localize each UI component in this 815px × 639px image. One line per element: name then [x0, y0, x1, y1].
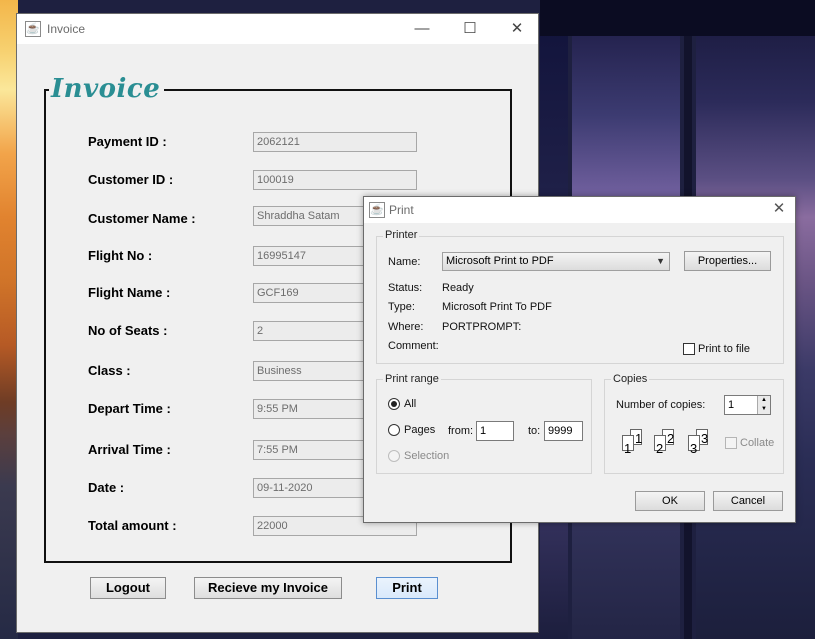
number-of-copies-label: Number of copies:	[616, 399, 706, 411]
print-range-group-label: Print range	[383, 373, 441, 385]
printer-name-select[interactable]: Microsoft Print to PDF ▼	[442, 252, 670, 271]
comment-label: Comment:	[388, 340, 439, 352]
receive-invoice-button[interactable]: Recieve my Invoice	[194, 577, 342, 599]
payment-id-label: Payment ID :	[88, 134, 167, 149]
type-label: Type:	[388, 301, 415, 313]
from-label: from:	[448, 425, 474, 437]
collate-pages-icon: 1 1 2 2 3 3	[622, 429, 709, 456]
customer-id-field[interactable]: 100019	[253, 170, 417, 190]
where-label: Where:	[388, 321, 424, 333]
close-icon[interactable]: ✕	[494, 14, 540, 44]
collate-label: Collate	[740, 437, 775, 449]
spinner-down-icon[interactable]: ▼	[758, 405, 770, 414]
minimize-icon[interactable]: —	[399, 14, 445, 44]
status-label: Status:	[388, 282, 423, 294]
properties-button[interactable]: Properties...	[684, 251, 771, 271]
java-cup-icon: ☕	[25, 21, 41, 37]
selection-radio[interactable]	[388, 450, 400, 462]
close-icon[interactable]: ✕	[769, 199, 789, 217]
customer-id-label: Customer ID :	[88, 172, 174, 187]
print-dialog-titlebar[interactable]: ☕ Print ✕	[364, 197, 795, 223]
type-value: Microsoft Print To PDF	[442, 301, 552, 313]
print-dialog-title: Print	[389, 203, 414, 217]
java-cup-icon: ☕	[369, 202, 385, 218]
status-value: Ready	[442, 282, 474, 294]
print-button[interactable]: Print	[376, 577, 438, 599]
payment-id-field[interactable]: 2062121	[253, 132, 417, 152]
class-label: Class :	[88, 363, 131, 378]
all-radio[interactable]	[388, 398, 400, 410]
collate-checkbox[interactable]	[725, 437, 737, 449]
cancel-button[interactable]: Cancel	[713, 491, 783, 511]
pages-radio[interactable]	[388, 424, 400, 436]
maximize-icon[interactable]: ☐	[447, 14, 493, 44]
copies-value: 1	[728, 399, 735, 411]
invoice-titlebar[interactable]: ☕ Invoice — ☐ ✕	[17, 14, 538, 44]
to-input[interactable]: 9999	[544, 421, 583, 441]
date-label: Date :	[88, 480, 125, 495]
print-to-file-checkbox[interactable]	[683, 343, 695, 355]
combo-arrow-icon: ▼	[656, 256, 665, 266]
arrival-time-label: Arrival Time :	[88, 442, 171, 457]
flight-name-label: Flight Name :	[88, 285, 171, 300]
window-title: Invoice	[47, 22, 86, 36]
spinner-buttons[interactable]: ▲ ▼	[757, 396, 770, 414]
seats-label: No of Seats :	[88, 323, 168, 338]
copies-spinner[interactable]: 1 ▲ ▼	[724, 395, 771, 415]
print-to-file-label: Print to file	[698, 343, 750, 355]
to-label: to:	[528, 425, 541, 437]
logout-button[interactable]: Logout	[90, 577, 166, 599]
pages-label: Pages	[404, 424, 436, 436]
where-value: PORTPROMPT:	[442, 321, 522, 333]
total-amount-label: Total amount :	[88, 518, 177, 533]
printer-group-label: Printer	[383, 229, 420, 241]
customer-name-label: Customer Name :	[88, 211, 196, 226]
all-label: All	[404, 398, 417, 410]
selection-label: Selection	[404, 450, 450, 462]
flight-no-label: Flight No :	[88, 248, 153, 263]
wallpaper-top-band	[540, 0, 815, 36]
name-label: Name:	[388, 256, 421, 268]
depart-time-label: Depart Time :	[88, 401, 171, 416]
from-input[interactable]: 1	[476, 421, 514, 441]
spinner-up-icon[interactable]: ▲	[758, 396, 770, 405]
copies-group-label: Copies	[611, 373, 650, 385]
invoice-heading: Invoice	[49, 74, 165, 104]
printer-name-value: Microsoft Print to PDF	[446, 255, 554, 267]
print-dialog: ☕ Print ✕ Printer Name: Microsoft Print …	[363, 196, 796, 523]
ok-button[interactable]: OK	[635, 491, 705, 511]
